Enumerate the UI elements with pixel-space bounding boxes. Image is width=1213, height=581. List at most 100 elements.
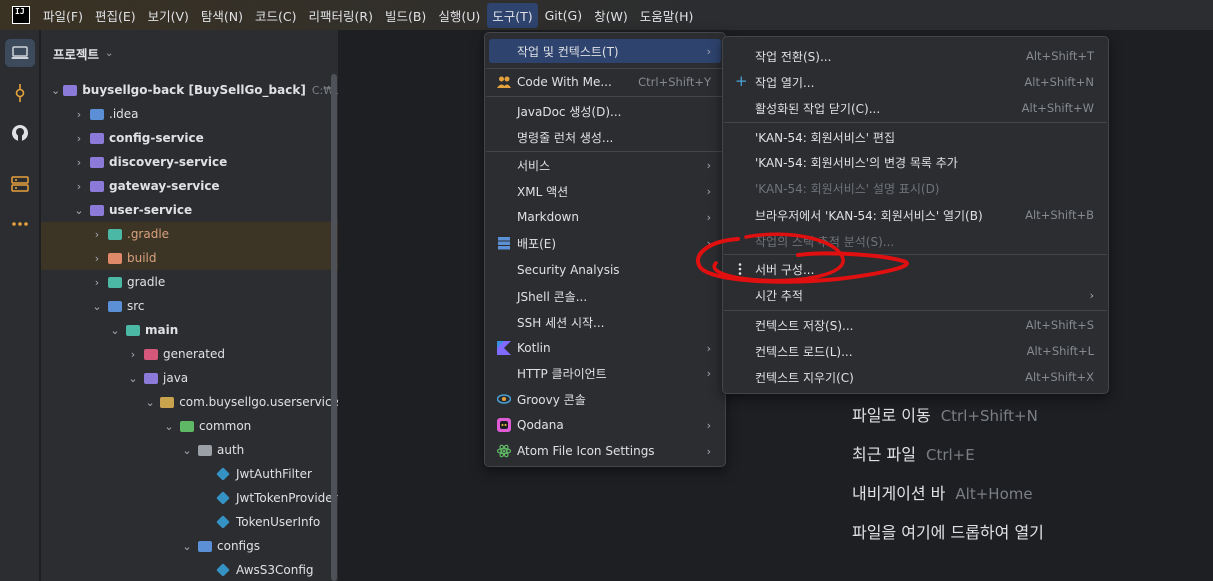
menu-item-deployment[interactable]: 배포(E) › <box>489 231 721 255</box>
tree-node-config-service[interactable]: › config-service <box>41 126 338 150</box>
tree-node-jwttokenprovider[interactable]: JwtTokenProvider <box>41 486 338 510</box>
menu-item-clear-context[interactable]: 컨텍스트 지우기(C) Alt+Shift+X <box>727 365 1104 389</box>
menu-item-create-cli-launcher[interactable]: 명령줄 런처 생성... <box>489 125 721 149</box>
menu-item-qodana[interactable]: Qodana › <box>489 413 721 437</box>
chevron-right-icon[interactable]: › <box>89 276 105 289</box>
submenu-arrow-icon: › <box>706 184 711 198</box>
chevron-down-icon[interactable]: ⌄ <box>71 204 87 217</box>
menu-edit[interactable]: 편집(E) <box>90 3 141 28</box>
qodana-icon <box>497 418 511 432</box>
menu-build[interactable]: 빌드(B) <box>380 3 431 28</box>
tree-node-awss3config[interactable]: AwsS3Config <box>41 558 338 581</box>
services-icon[interactable] <box>5 170 35 198</box>
project-tool-icon[interactable] <box>5 39 35 67</box>
project-panel-header[interactable]: 프로젝트 ⌄ <box>53 44 113 63</box>
chevron-down-icon[interactable]: ⌄ <box>89 300 105 313</box>
menu-item-atom-file-icon-settings[interactable]: Atom File Icon Settings › <box>489 439 721 463</box>
menu-item-markdown[interactable]: Markdown › <box>489 205 721 229</box>
menu-item-tasks-contexts[interactable]: 작업 및 컨텍스트(T) › <box>489 39 721 63</box>
tree-node-user-service[interactable]: ⌄ user-service <box>41 198 338 222</box>
chevron-down-icon[interactable]: ⌄ <box>161 420 177 433</box>
menu-item-generate-javadoc[interactable]: JavaDoc 생성(D)... <box>489 99 721 123</box>
chevron-right-icon[interactable]: › <box>89 228 105 241</box>
menu-item-analyze-stack-trace[interactable]: 작업의 스택 추적 분석(S)... <box>727 229 1104 253</box>
tree-node-jwtauthfilter[interactable]: JwtAuthFilter <box>41 462 338 486</box>
menu-window[interactable]: 창(W) <box>589 3 633 28</box>
menu-item-label: 컨텍스트 로드(L)... <box>755 344 853 359</box>
chevron-down-icon[interactable]: ⌄ <box>105 48 113 59</box>
menu-item-edit-task[interactable]: 'KAN-54: 회원서비스' 편집 <box>727 125 1104 149</box>
gradle-folder-icon <box>108 228 122 240</box>
chevron-right-icon[interactable]: › <box>125 348 141 361</box>
menu-file[interactable]: 파일(F) <box>38 3 88 28</box>
menu-item-open-task[interactable]: + 작업 열기... Alt+Shift+N <box>727 70 1104 94</box>
menu-item-jshell-console[interactable]: JShell 콘솔... <box>489 284 721 308</box>
more-tools-icon[interactable] <box>5 210 35 238</box>
menu-item-save-context[interactable]: 컨텍스트 저장(S)... Alt+Shift+S <box>727 313 1104 337</box>
chevron-right-icon[interactable]: › <box>71 180 87 193</box>
tree-node-main[interactable]: ⌄ main <box>41 318 338 342</box>
tree-scrollbar[interactable] <box>331 74 337 581</box>
menu-code[interactable]: 코드(C) <box>250 3 301 28</box>
menu-item-label: 'KAN-54: 회원서비스'의 변경 목록 추가 <box>755 155 958 170</box>
menu-help[interactable]: 도움말(H) <box>635 3 699 28</box>
chevron-right-icon[interactable]: › <box>71 132 87 145</box>
tree-node-generated[interactable]: › generated <box>41 342 338 366</box>
menu-navigate[interactable]: 탐색(N) <box>196 3 248 28</box>
menu-run[interactable]: 실행(U) <box>433 3 485 28</box>
chevron-down-icon[interactable]: ⌄ <box>179 540 195 553</box>
chevron-down-icon[interactable]: ⌄ <box>179 444 195 457</box>
tree-node-package[interactable]: ⌄ com.buysellgo.userservice <box>41 390 338 414</box>
menu-item-add-changelist[interactable]: 'KAN-54: 회원서비스'의 변경 목록 추가 <box>727 150 1104 174</box>
tree-node-idea[interactable]: › .idea <box>41 102 338 126</box>
chevron-down-icon[interactable]: ⌄ <box>143 396 157 409</box>
tree-node-discovery-service[interactable]: › discovery-service <box>41 150 338 174</box>
tree-node-gradle-hidden[interactable]: › .gradle <box>41 222 338 246</box>
menu-item-code-with-me[interactable]: Code With Me... Ctrl+Shift+Y <box>489 70 721 94</box>
menu-item-configure-servers[interactable]: 서버 구성... <box>727 257 1104 281</box>
menu-item-open-in-browser[interactable]: 브라우저에서 'KAN-54: 회원서비스' 열기(B) Alt+Shift+B <box>727 203 1104 227</box>
tree-label: common <box>199 419 252 433</box>
menu-item-xml-actions[interactable]: XML 액션 › <box>489 179 721 203</box>
menu-item-show-description[interactable]: 'KAN-54: 회원서비스' 설명 표시(D) <box>727 176 1104 200</box>
tree-label: gradle <box>127 275 166 289</box>
intellij-logo-icon[interactable]: IJ <box>12 6 30 24</box>
tree-node-configs[interactable]: ⌄ configs <box>41 534 338 558</box>
chevron-right-icon[interactable]: › <box>89 252 105 265</box>
menu-item-label: 배포(E) <box>517 236 557 251</box>
chevron-right-icon[interactable]: › <box>71 156 87 169</box>
submenu-arrow-icon: › <box>706 418 711 432</box>
chevron-down-icon[interactable]: ⌄ <box>51 84 60 97</box>
chevron-right-icon[interactable]: › <box>71 108 87 121</box>
tree-node-gateway-service[interactable]: › gateway-service <box>41 174 338 198</box>
menu-item-time-tracking[interactable]: 시간 추적 › <box>727 283 1104 307</box>
menu-item-http-client[interactable]: HTTP 클라이언트 › <box>489 361 721 385</box>
menu-item-security-analysis[interactable]: Security Analysis <box>489 258 721 282</box>
tree-node-java[interactable]: ⌄ java <box>41 366 338 390</box>
chevron-down-icon[interactable]: ⌄ <box>125 372 141 385</box>
github-icon[interactable] <box>5 119 35 147</box>
menu-item-ssh-session[interactable]: SSH 세션 시작... <box>489 310 721 334</box>
menu-item-label: JShell 콘솔... <box>517 289 588 304</box>
menu-item-close-active-task[interactable]: 활성화된 작업 닫기(C)... Alt+Shift+W <box>727 96 1104 120</box>
menu-item-shortcut: Alt+Shift+X <box>1025 370 1094 384</box>
tree-node-gradle[interactable]: › gradle <box>41 270 338 294</box>
commit-icon[interactable] <box>5 79 35 107</box>
tree-node-common[interactable]: ⌄ common <box>41 414 338 438</box>
tree-node-root[interactable]: ⌄ buysellgo-back [BuySellGo_back] C:₩Use… <box>41 78 338 102</box>
tree-node-src[interactable]: ⌄ src <box>41 294 338 318</box>
menu-refactor[interactable]: 리팩터링(R) <box>304 3 378 28</box>
menu-item-services[interactable]: 서비스 › <box>489 153 721 177</box>
menu-item-groovy-console[interactable]: Groovy 콘솔 <box>489 387 721 411</box>
menu-item-kotlin[interactable]: Kotlin › <box>489 336 721 360</box>
menu-git[interactable]: Git(G) <box>540 5 588 26</box>
tree-node-tokenuserinfo[interactable]: TokenUserInfo <box>41 510 338 534</box>
menu-item-load-context[interactable]: 컨텍스트 로드(L)... Alt+Shift+L <box>727 339 1104 363</box>
menu-view[interactable]: 보기(V) <box>143 3 194 28</box>
chevron-down-icon[interactable]: ⌄ <box>107 324 123 337</box>
hint-shortcut: Ctrl+Shift+N <box>940 407 1038 425</box>
menu-item-switch-task[interactable]: 작업 전환(S)... Alt+Shift+T <box>727 44 1104 68</box>
tree-node-build[interactable]: › build <box>41 246 338 270</box>
menu-tools[interactable]: 도구(T) <box>487 2 538 28</box>
tree-node-auth[interactable]: ⌄ auth <box>41 438 338 462</box>
